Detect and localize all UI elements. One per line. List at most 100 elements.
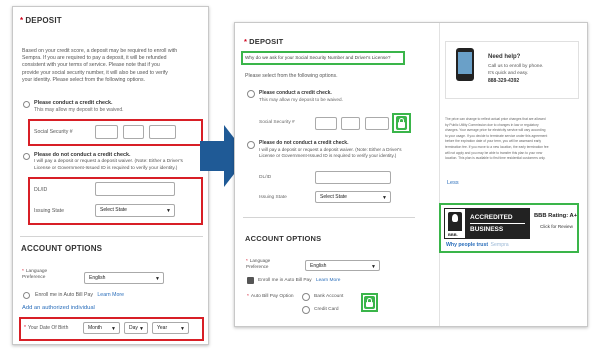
language-label-line2: Preference	[22, 275, 46, 280]
account-options-heading-right: ACCOUNT OPTIONS	[245, 234, 322, 243]
chevron-down-icon: ▼	[139, 326, 144, 332]
dob-year-select[interactable]: Year ▼	[152, 322, 189, 334]
dob-day-select[interactable]: Day ▼	[124, 322, 148, 334]
dlid-input[interactable]	[95, 182, 175, 196]
add-authorized-individual-link[interactable]: Add an authorized individual	[22, 305, 95, 311]
issuing-state-select[interactable]: Select State ▼	[95, 204, 175, 217]
ssn-label: Social Security #	[34, 129, 73, 135]
deposit-title: DEPOSIT	[25, 16, 62, 25]
dlid-input-right[interactable]	[315, 171, 391, 184]
issuing-state-select-right[interactable]: Select State ▼	[315, 191, 391, 203]
phone-screen	[458, 52, 472, 74]
bbb-rule	[470, 223, 525, 224]
no-credit-check-radio[interactable]	[23, 153, 30, 160]
dlid-label-right: DL/ID	[259, 175, 272, 180]
less-link[interactable]: Less	[447, 180, 459, 186]
help-line2: It's quick and easy.	[488, 71, 529, 76]
chevron-down-icon: ▼	[371, 264, 376, 270]
account-options-heading: ACCOUNT OPTIONS	[21, 244, 103, 253]
intro-line: provide your social security number, it …	[22, 69, 168, 76]
autopay-checkbox[interactable]	[23, 292, 30, 299]
autopay-label: Enroll me in Auto Bill Pay	[35, 292, 93, 298]
no-credit-check-subtitle-2-right: License or Government-Issued ID is requi…	[259, 153, 397, 158]
language-select-right[interactable]: English ▼	[305, 260, 380, 271]
autopay-row: Enroll me in Auto Bill Pay Learn More	[35, 292, 124, 298]
no-credit-check-subtitle-1: I will pay a deposit or request a deposi…	[34, 159, 183, 164]
language-label-right: * Language Preference	[246, 258, 271, 269]
deposit-heading: * DEPOSIT	[20, 16, 62, 25]
credit-card-radio[interactable]	[302, 306, 310, 314]
autopay-label-right: Enroll me in Auto Bill Pay	[258, 278, 312, 283]
credit-card-label: Credit Card	[314, 307, 339, 312]
autopay-checkbox-checked[interactable]	[247, 277, 254, 284]
ssn-input-part3-right[interactable]	[365, 117, 389, 130]
help-phone[interactable]: 888-329-4392	[488, 78, 519, 84]
language-select[interactable]: English ▼	[84, 272, 164, 284]
credit-check-subtitle-right: This may allow my deposit to be waived.	[259, 97, 343, 102]
ssn-input-part1[interactable]	[95, 125, 118, 139]
bbb-trust-text: Why people trust	[446, 242, 489, 248]
dob-month-select[interactable]: Month ▼	[83, 322, 120, 334]
help-line1: Call us to enroll by phone.	[488, 64, 544, 69]
intro-line: consistent with your terms of service. P…	[22, 62, 160, 69]
no-credit-check-subtitle-1-right: I will pay a deposit or request a deposi…	[259, 147, 402, 152]
deposit-title-right: DEPOSIT	[249, 37, 284, 46]
plan-disclaimer: The price can change to reflect actual p…	[445, 117, 581, 162]
dob-label-text: Your Date Of Birth	[27, 325, 69, 331]
bank-account-radio[interactable]	[302, 293, 310, 301]
ssn-label-right: Social Security #	[259, 120, 295, 125]
section-divider	[20, 236, 203, 237]
bbb-torch-icon	[448, 212, 462, 231]
bbb-seal[interactable]: BBB. ACCREDITED BUSINESS	[444, 208, 530, 239]
bbb-trust-line[interactable]: Why people trust Sempra	[446, 242, 509, 248]
bbb-accredited-text: ACCREDITED	[470, 214, 513, 221]
bbb-small-label: BBB.	[448, 232, 458, 237]
dob-year-value: Year	[157, 325, 168, 331]
ssn-input-part1-right[interactable]	[315, 117, 337, 130]
no-credit-check-subtitle-2: License or Government-Issued ID is requi…	[34, 166, 178, 171]
chevron-down-icon: ▼	[166, 208, 171, 214]
credit-check-radio[interactable]	[23, 101, 30, 108]
issuing-state-value: Select State	[100, 207, 127, 213]
bbb-trust-brand: Sempra	[490, 242, 509, 248]
required-asterisk: *	[20, 16, 24, 25]
bbb-review-link[interactable]: Click for Review	[540, 224, 573, 229]
ssn-input-part2[interactable]	[123, 125, 144, 139]
lock-body	[398, 122, 405, 128]
dob-day-value: Day	[129, 325, 138, 331]
dlid-label: DL/ID	[34, 187, 48, 193]
autopay-row-right: Enroll me in Auto Bill Pay Learn More	[258, 278, 340, 283]
credit-check-subtitle: This may allow my deposit to be waived.	[34, 107, 124, 113]
language-value: English	[89, 275, 106, 281]
intro-text: Based on your credit score, a deposit ma…	[22, 48, 207, 84]
autopay-option-label: * Auto Bill Pay Option	[247, 294, 294, 299]
disclaimer-line: location. This plan is available to firs…	[445, 156, 546, 161]
dob-label: * Your Date Of Birth	[24, 325, 69, 331]
phone-icon	[456, 48, 474, 81]
learn-more-link[interactable]: Learn More	[97, 292, 124, 298]
dob-month-value: Month	[88, 325, 102, 331]
lock-icon	[364, 296, 375, 309]
lock-body	[366, 302, 373, 307]
why-question-text[interactable]: Why do we ask for your Social Security N…	[245, 55, 390, 60]
issuing-state-label: Issuing State	[34, 208, 64, 214]
bank-account-label: Bank Account	[314, 294, 344, 299]
left-form-panel: * DEPOSIT Based on your credit score, a d…	[12, 6, 209, 345]
chevron-down-icon: ▼	[382, 195, 387, 201]
credit-check-title-right: Please conduct a credit check.	[259, 90, 332, 96]
chevron-down-icon: ▼	[155, 276, 160, 282]
credit-check-radio-right[interactable]	[247, 90, 255, 98]
intro-line: Sempra. If you are required to pay a dep…	[22, 55, 167, 62]
no-credit-check-title-right: Please do not conduct a credit check.	[259, 140, 349, 146]
learn-more-link-right[interactable]: Learn More	[316, 278, 341, 283]
no-credit-check-radio-right[interactable]	[247, 141, 255, 149]
ssn-input-part2-right[interactable]	[341, 117, 360, 130]
intro-line: Based on your credit score, a deposit ma…	[22, 48, 178, 54]
ssn-input-part3[interactable]	[149, 125, 176, 139]
right-form-panel: * DEPOSIT Why do we ask for your Social S…	[234, 22, 588, 327]
chevron-down-icon: ▼	[111, 326, 116, 332]
lock-icon	[396, 116, 407, 130]
intro-line: your identity. Please select from the fo…	[22, 76, 146, 83]
help-title: Need help?	[488, 54, 521, 60]
chevron-down-icon: ▼	[180, 326, 185, 332]
